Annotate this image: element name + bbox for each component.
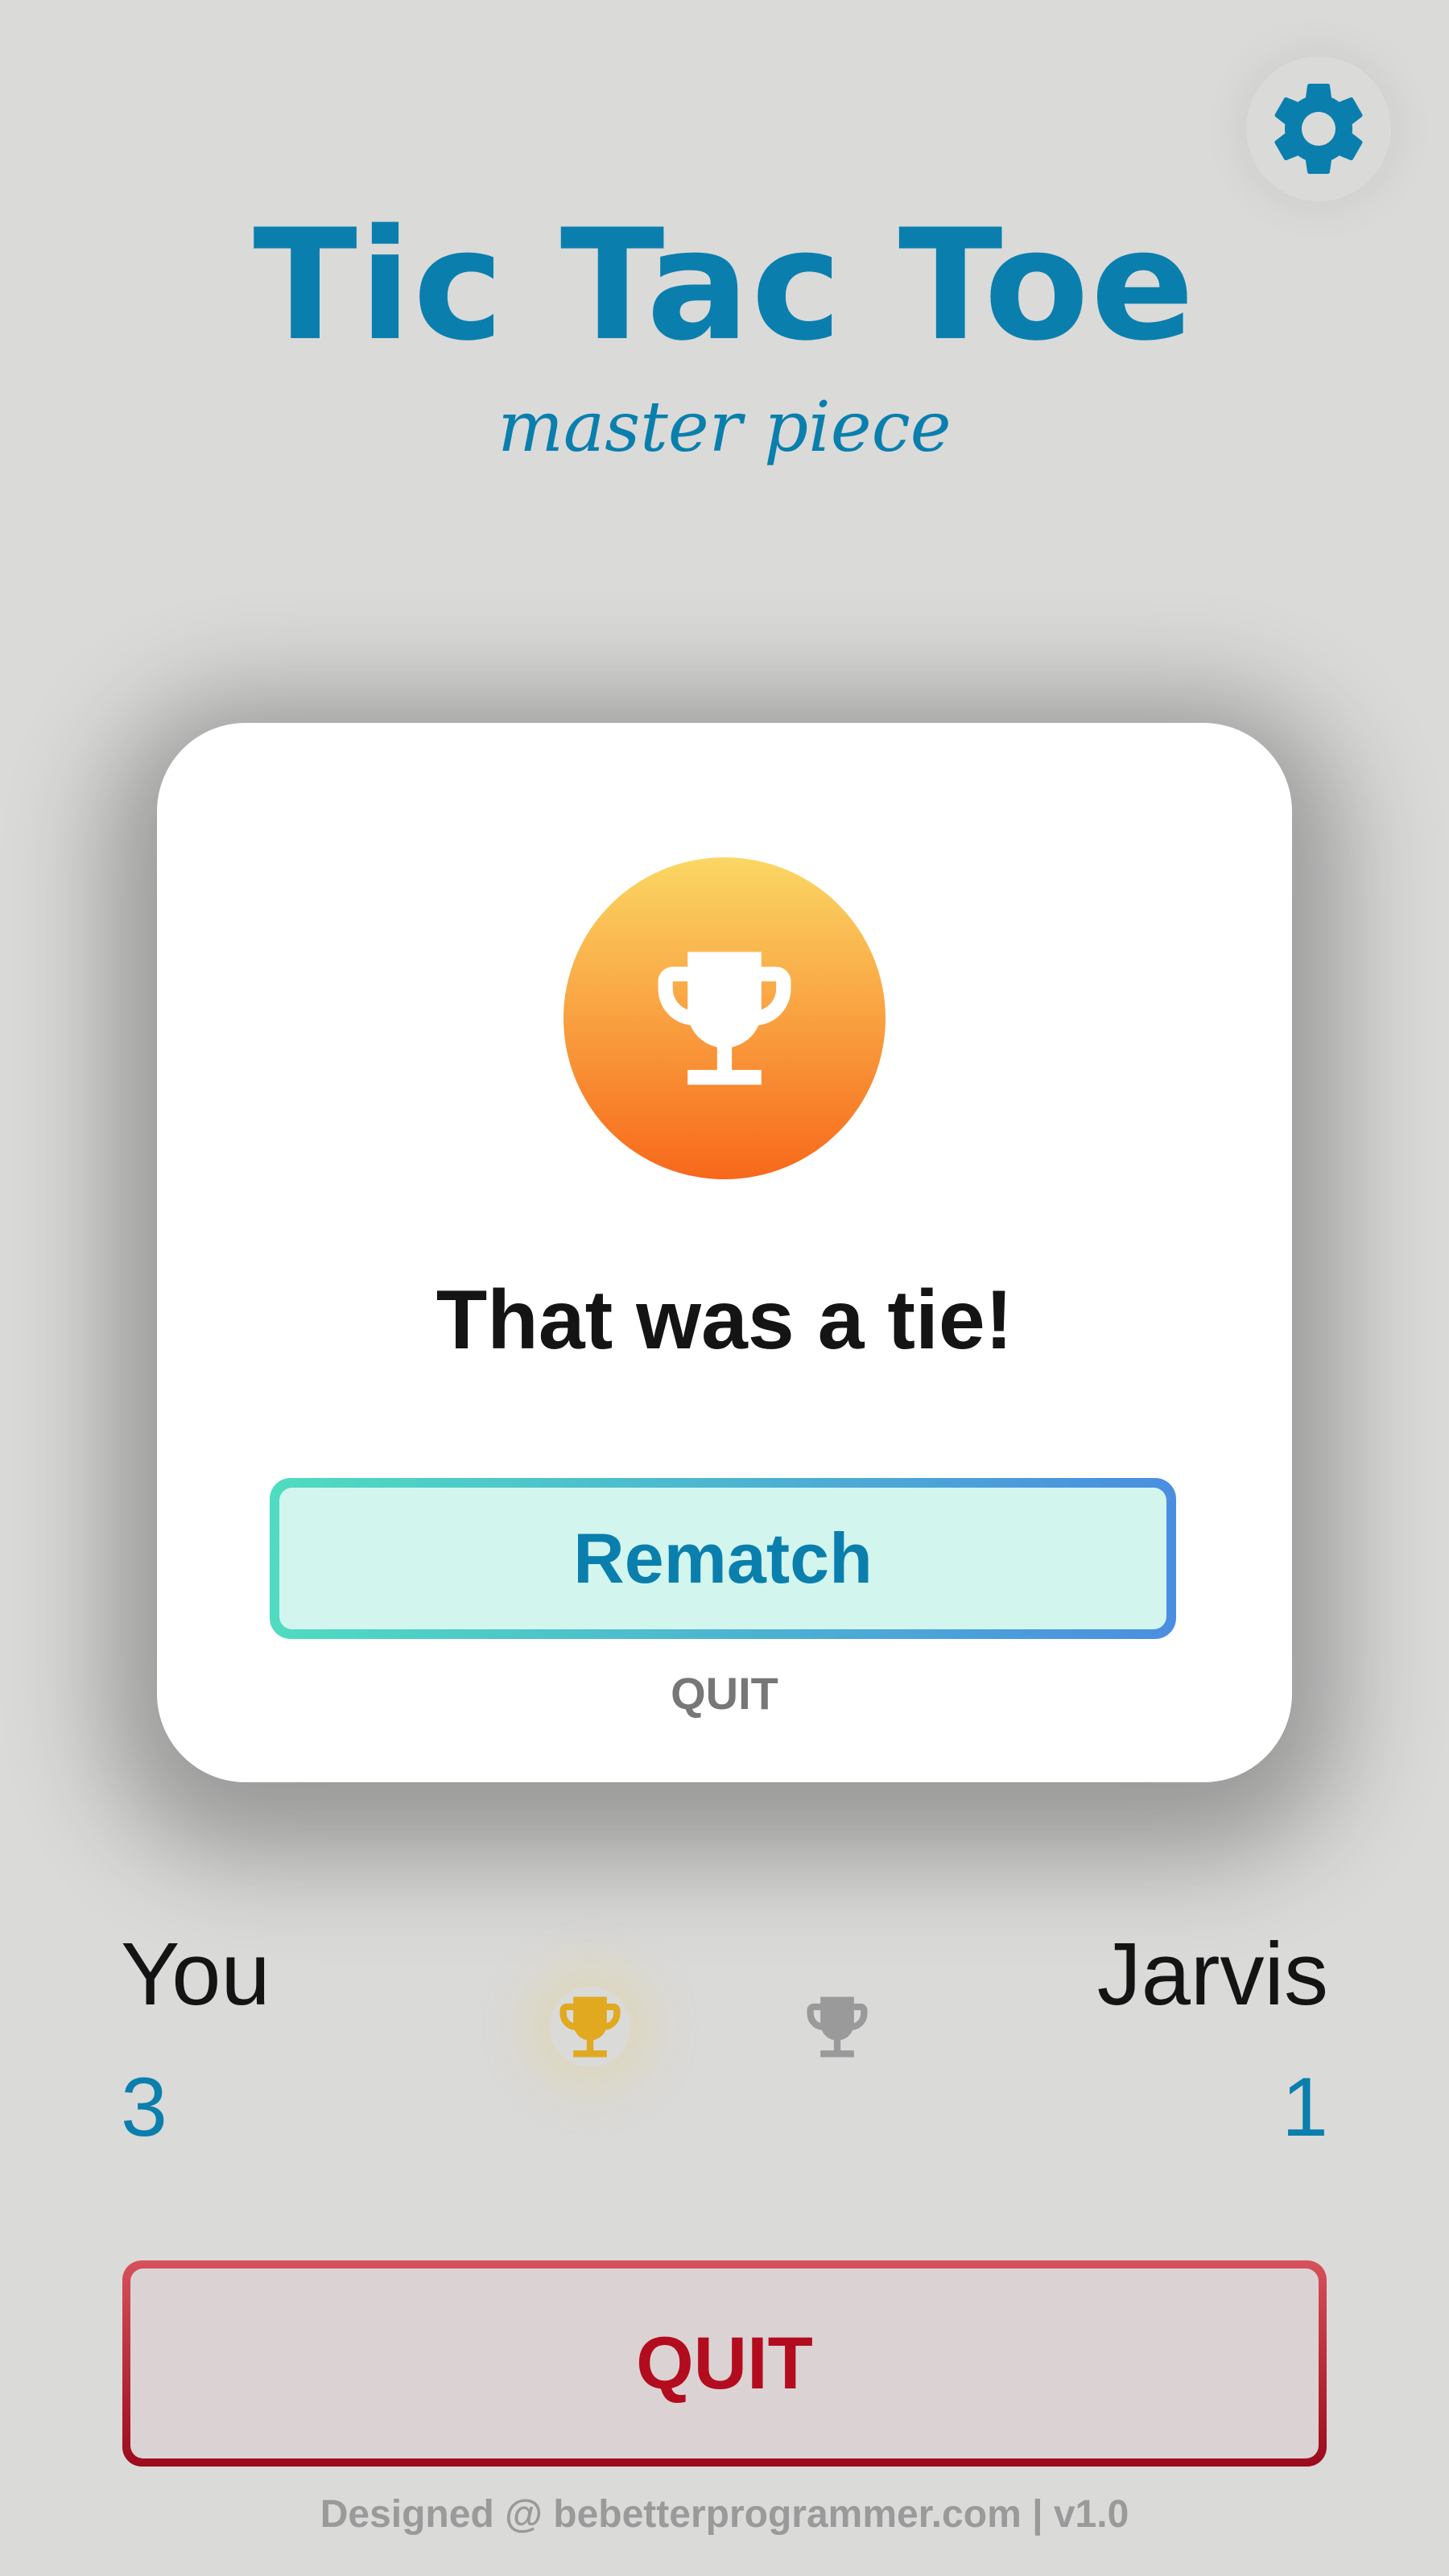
player-jarvis-trophy — [797, 1987, 877, 2067]
dialog-quit-button[interactable]: QUIT — [157, 1671, 1292, 1716]
result-message: That was a tie! — [436, 1274, 1013, 1367]
gear-icon — [1274, 83, 1363, 174]
quit-button-label: QUIT — [130, 2268, 1319, 2458]
app-screen: Tic Tac Toe master piece That was a tie!… — [0, 0, 1449, 2576]
settings-button[interactable] — [1246, 56, 1391, 201]
footer-credits: Designed @ bebetterprogrammer.com | v1.0 — [320, 2493, 1129, 2536]
trophy-icon — [658, 952, 791, 1085]
app-subtitle: master piece — [497, 387, 952, 468]
rematch-button[interactable]: Rematch — [270, 1478, 1176, 1639]
player-you-trophy — [550, 1987, 630, 2067]
trophy-badge — [564, 857, 886, 1179]
trophy-icon — [807, 1996, 868, 2058]
rematch-button-label: Rematch — [279, 1488, 1166, 1629]
player-you-score: 3 — [121, 2061, 167, 2154]
quit-button[interactable]: QUIT — [122, 2260, 1327, 2467]
result-dialog: That was a tie! Rematch QUIT — [157, 723, 1292, 1782]
player-jarvis-score: 1 — [1282, 2061, 1328, 2154]
player-jarvis-name: Jarvis — [1096, 1925, 1328, 2024]
player-you-name: You — [121, 1925, 270, 2024]
trophy-icon — [559, 1996, 621, 2058]
app-title: Tic Tac Toe — [253, 196, 1196, 374]
